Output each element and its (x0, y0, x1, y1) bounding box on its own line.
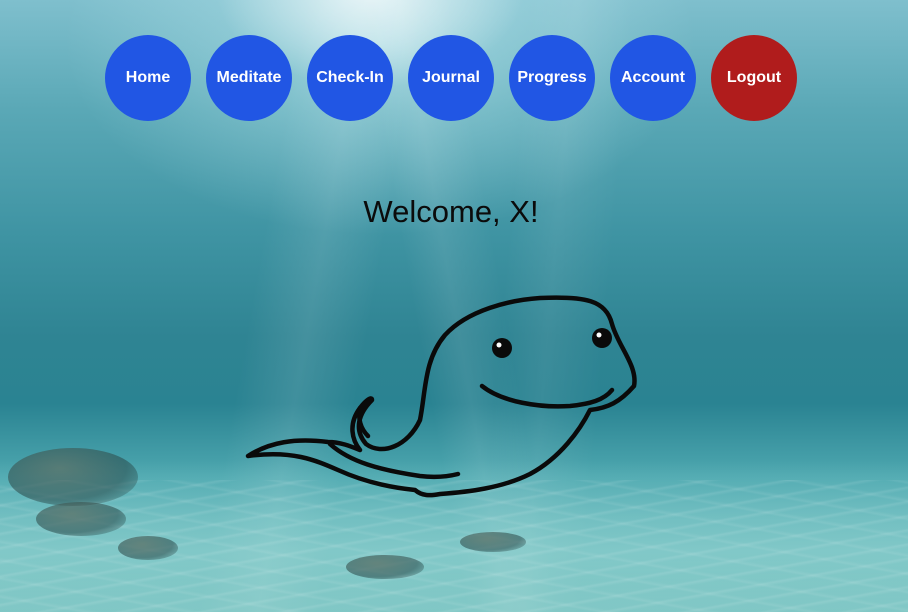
whale-icon (245, 295, 637, 498)
rock (8, 448, 138, 506)
nav-account-button[interactable]: Account (610, 35, 696, 121)
nav-meditate-button[interactable]: Meditate (206, 35, 292, 121)
rock (346, 555, 424, 579)
nav-home-button[interactable]: Home (105, 35, 191, 121)
nav-progress-button[interactable]: Progress (509, 35, 595, 121)
rock (460, 532, 526, 552)
nav-journal-button[interactable]: Journal (408, 35, 494, 121)
whale-eye-left (492, 338, 512, 358)
whale-eye-right (592, 328, 612, 348)
welcome-heading: Welcome, X! (363, 194, 539, 229)
main-nav: Home Meditate Check-In Journal Progress … (105, 35, 797, 121)
rock (36, 502, 126, 536)
rock (118, 536, 178, 560)
nav-logout-button[interactable]: Logout (711, 35, 797, 121)
nav-check-in-button[interactable]: Check-In (307, 35, 393, 121)
